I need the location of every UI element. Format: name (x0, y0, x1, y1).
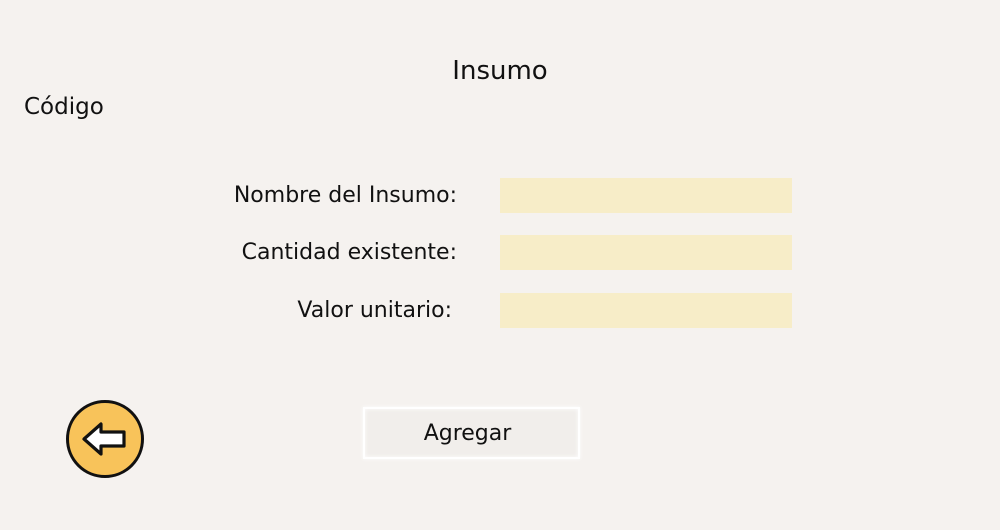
arrow-left-icon (82, 422, 126, 456)
page-title: Insumo (452, 56, 548, 86)
back-button[interactable] (66, 400, 144, 478)
code-label: Código (24, 94, 104, 120)
field-label-name: Nombre del Insumo: (233, 183, 457, 208)
field-label-unit-value: Valor unitario: (297, 298, 452, 323)
field-label-quantity: Cantidad existente: (241, 240, 457, 265)
quantity-input[interactable] (500, 235, 792, 270)
name-input[interactable] (500, 178, 792, 213)
add-button[interactable]: Agregar (363, 407, 580, 459)
unit-value-input[interactable] (500, 293, 792, 328)
